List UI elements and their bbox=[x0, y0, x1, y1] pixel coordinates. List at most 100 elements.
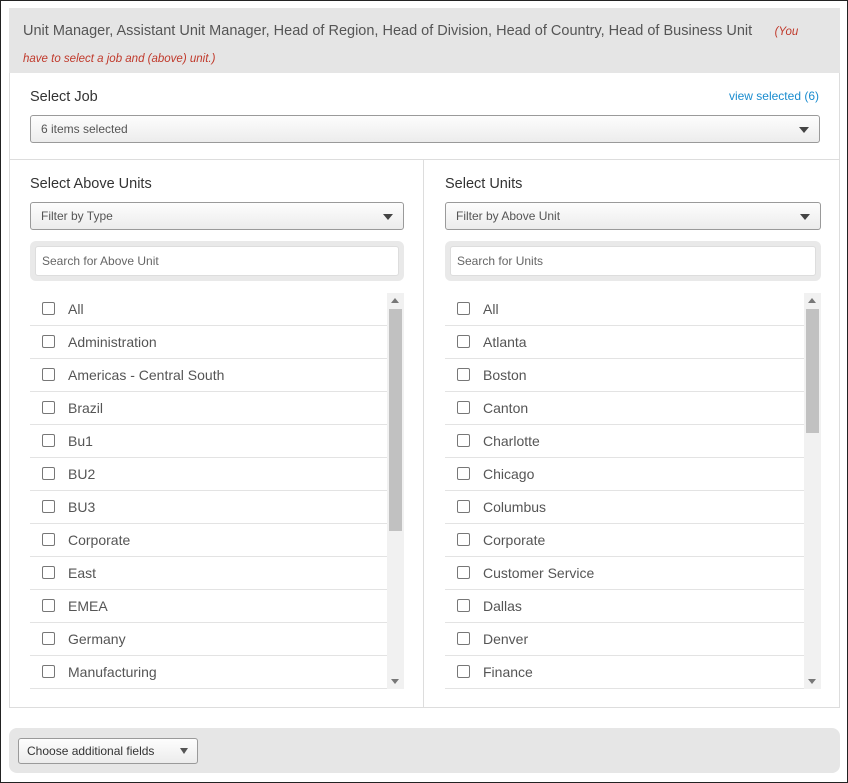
list-item[interactable]: Americas - Central South bbox=[30, 359, 387, 392]
list-item[interactable]: All bbox=[445, 293, 804, 326]
checkbox[interactable] bbox=[42, 664, 55, 678]
list-item-label: Boston bbox=[483, 367, 527, 383]
above-units-list: All Administration Americas - Central Sout… bbox=[30, 293, 387, 689]
chevron-down-icon bbox=[799, 127, 809, 133]
list-item-label: Columbus bbox=[483, 499, 547, 515]
select-job-label: Select Job bbox=[30, 89, 98, 105]
chevron-down-icon bbox=[800, 214, 810, 220]
checkbox[interactable] bbox=[457, 301, 470, 315]
list-item-label: Americas - Central South bbox=[68, 367, 225, 383]
checkbox[interactable] bbox=[457, 367, 470, 381]
checkbox[interactable] bbox=[457, 631, 470, 645]
checkbox[interactable] bbox=[42, 466, 55, 480]
list-item[interactable]: Atlanta bbox=[445, 326, 804, 359]
checkbox[interactable] bbox=[42, 301, 55, 315]
list-item-label: Manufacturing bbox=[68, 664, 157, 680]
role-header: Unit Manager, Assistant Unit Manager, He… bbox=[9, 8, 840, 73]
list-item-label: Brazil bbox=[68, 400, 104, 416]
list-item-label: Administration bbox=[68, 334, 157, 350]
list-item-label: Canton bbox=[483, 400, 529, 416]
scroll-up-icon[interactable] bbox=[808, 298, 816, 303]
list-item[interactable]: Manufacturing bbox=[30, 656, 387, 689]
checkbox[interactable] bbox=[457, 565, 470, 579]
view-selected-link[interactable]: view selected (6) bbox=[729, 89, 819, 103]
checkbox[interactable] bbox=[457, 466, 470, 480]
checkbox[interactable] bbox=[457, 664, 470, 678]
scroll-down-icon[interactable] bbox=[391, 679, 399, 684]
checkbox[interactable] bbox=[42, 565, 55, 579]
list-item[interactable]: Canton bbox=[445, 392, 804, 425]
scroll-down-icon[interactable] bbox=[808, 679, 816, 684]
checkbox[interactable] bbox=[42, 499, 55, 513]
checkbox[interactable] bbox=[457, 598, 470, 612]
above-units-column: Select Above Units Filter by Type All Adm… bbox=[10, 160, 424, 707]
select-above-units-label: Select Above Units bbox=[30, 176, 152, 192]
scroll-up-icon[interactable] bbox=[391, 298, 399, 303]
checkbox[interactable] bbox=[42, 433, 55, 447]
list-item-label: Charlotte bbox=[483, 433, 540, 449]
checkbox[interactable] bbox=[42, 631, 55, 645]
checkbox[interactable] bbox=[42, 400, 55, 414]
list-item[interactable]: Corporate bbox=[30, 524, 387, 557]
list-item[interactable]: BU2 bbox=[30, 458, 387, 491]
list-item[interactable]: All bbox=[30, 293, 387, 326]
job-section: Select Job view selected (6) 6 items sel… bbox=[10, 73, 839, 160]
above-units-scrollbar[interactable] bbox=[387, 293, 404, 689]
scrollbar-thumb[interactable] bbox=[389, 309, 402, 531]
filter-by-above-unit-dropdown[interactable]: Filter by Above Unit bbox=[445, 202, 821, 230]
list-item[interactable]: Boston bbox=[445, 359, 804, 392]
additional-fields-value: Choose additional fields bbox=[27, 744, 155, 758]
above-unit-search-wrapper bbox=[30, 241, 404, 281]
units-search-input[interactable] bbox=[450, 246, 816, 276]
list-item-label: Chicago bbox=[483, 466, 535, 482]
above-unit-search-input[interactable] bbox=[35, 246, 399, 276]
list-item[interactable]: Finance bbox=[445, 656, 804, 689]
checkbox[interactable] bbox=[457, 334, 470, 348]
list-item-label: Bu1 bbox=[68, 433, 93, 449]
filter-by-type-dropdown[interactable]: Filter by Type bbox=[30, 202, 404, 230]
list-item[interactable]: Administration bbox=[30, 326, 387, 359]
list-item[interactable]: Dallas bbox=[445, 590, 804, 623]
list-item-label: Atlanta bbox=[483, 334, 527, 350]
list-item-label: East bbox=[68, 565, 97, 581]
list-item[interactable]: Charlotte bbox=[445, 425, 804, 458]
checkbox[interactable] bbox=[457, 400, 470, 414]
checkbox[interactable] bbox=[457, 433, 470, 447]
list-item-label: Finance bbox=[483, 664, 533, 680]
list-item[interactable]: Customer Service bbox=[445, 557, 804, 590]
list-item-label: Corporate bbox=[483, 532, 546, 548]
checkbox[interactable] bbox=[42, 367, 55, 381]
list-item[interactable]: Columbus bbox=[445, 491, 804, 524]
list-item-label: Customer Service bbox=[483, 565, 595, 581]
list-item[interactable]: Corporate bbox=[445, 524, 804, 557]
list-item[interactable]: EMEA bbox=[30, 590, 387, 623]
job-dropdown-value: 6 items selected bbox=[41, 122, 128, 136]
list-item[interactable]: Bu1 bbox=[30, 425, 387, 458]
additional-fields-dropdown[interactable]: Choose additional fields bbox=[18, 738, 198, 764]
chevron-down-icon bbox=[383, 214, 393, 220]
list-item-label: Dallas bbox=[483, 598, 522, 614]
checkbox[interactable] bbox=[457, 499, 470, 513]
scrollbar-thumb[interactable] bbox=[806, 309, 819, 433]
list-item[interactable]: Chicago bbox=[445, 458, 804, 491]
units-scrollbar[interactable] bbox=[804, 293, 821, 689]
select-units-label: Select Units bbox=[445, 176, 523, 192]
filter-by-above-unit-value: Filter by Above Unit bbox=[456, 209, 561, 223]
list-item[interactable]: BU3 bbox=[30, 491, 387, 524]
filter-by-type-value: Filter by Type bbox=[41, 209, 113, 223]
units-column: Select Units Filter by Above Unit All Atl… bbox=[425, 160, 839, 707]
list-item[interactable]: Germany bbox=[30, 623, 387, 656]
footer-bar: Choose additional fields bbox=[9, 728, 840, 773]
checkbox[interactable] bbox=[42, 598, 55, 612]
checkbox[interactable] bbox=[42, 532, 55, 546]
checkbox[interactable] bbox=[42, 334, 55, 348]
list-item[interactable]: East bbox=[30, 557, 387, 590]
list-item[interactable]: Brazil bbox=[30, 392, 387, 425]
list-item[interactable]: Denver bbox=[445, 623, 804, 656]
job-dropdown[interactable]: 6 items selected bbox=[30, 115, 820, 143]
units-search-wrapper bbox=[445, 241, 821, 281]
checkbox[interactable] bbox=[457, 532, 470, 546]
list-item-label: Corporate bbox=[68, 532, 131, 548]
list-item-label: Germany bbox=[68, 631, 126, 647]
list-item-label: All bbox=[483, 301, 499, 317]
